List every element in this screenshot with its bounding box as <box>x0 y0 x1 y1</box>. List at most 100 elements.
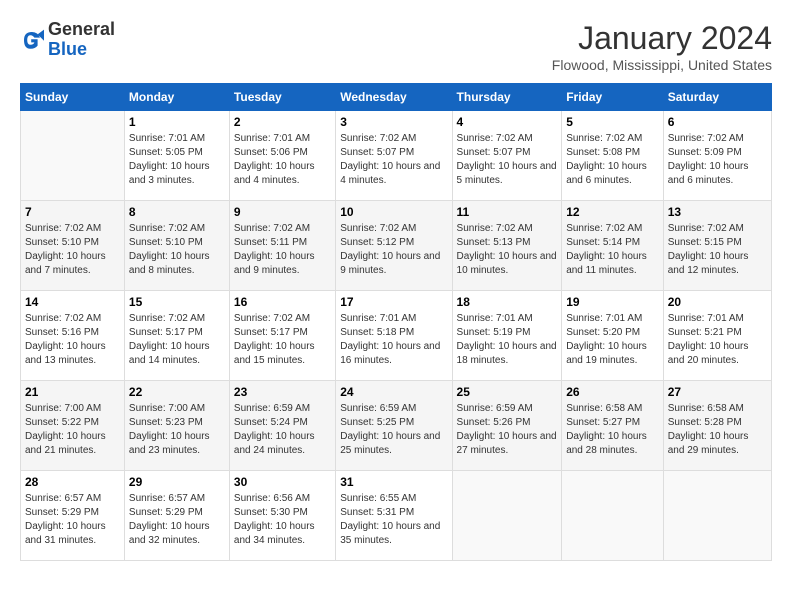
day-info: Sunrise: 6:58 AMSunset: 5:27 PMDaylight:… <box>566 402 659 458</box>
day-info: Sunrise: 7:02 AMSunset: 5:09 PMDaylight:… <box>668 132 767 188</box>
day-info: Sunrise: 6:59 AMSunset: 5:26 PMDaylight:… <box>457 402 558 458</box>
calendar-week-4: 21 Sunrise: 7:00 AMSunset: 5:22 PMDayligh… <box>21 381 772 471</box>
day-number: 23 <box>234 385 331 399</box>
day-number: 21 <box>25 385 120 399</box>
day-info: Sunrise: 7:01 AMSunset: 5:06 PMDaylight:… <box>234 132 331 188</box>
calendar-cell: 11 Sunrise: 7:02 AMSunset: 5:13 PMDayligh… <box>452 201 562 291</box>
day-info: Sunrise: 7:00 AMSunset: 5:22 PMDaylight:… <box>25 402 120 458</box>
day-info: Sunrise: 6:57 AMSunset: 5:29 PMDaylight:… <box>25 492 120 548</box>
calendar-cell: 6 Sunrise: 7:02 AMSunset: 5:09 PMDaylight… <box>663 111 771 201</box>
calendar-week-2: 7Sunrise: 7:02 AMSunset: 5:10 PMDaylight… <box>21 201 772 291</box>
location: Flowood, Mississippi, United States <box>552 57 772 73</box>
calendar-week-1: 1Sunrise: 7:01 AMSunset: 5:05 PMDaylight… <box>21 111 772 201</box>
day-number: 14 <box>25 295 120 309</box>
day-number: 10 <box>340 205 447 219</box>
calendar-cell: 24 Sunrise: 6:59 AMSunset: 5:25 PMDayligh… <box>336 381 452 471</box>
calendar-cell: 15Sunrise: 7:02 AMSunset: 5:17 PMDayligh… <box>124 291 229 381</box>
day-info: Sunrise: 6:57 AMSunset: 5:29 PMDaylight:… <box>129 492 225 548</box>
day-info: Sunrise: 7:02 AMSunset: 5:11 PMDaylight:… <box>234 222 331 278</box>
calendar-header-friday: Friday <box>562 84 664 111</box>
day-number: 13 <box>668 205 767 219</box>
day-info: Sunrise: 6:59 AMSunset: 5:24 PMDaylight:… <box>234 402 331 458</box>
calendar-cell: 27 Sunrise: 6:58 AMSunset: 5:28 PMDayligh… <box>663 381 771 471</box>
day-number: 27 <box>668 385 767 399</box>
calendar-cell: 3 Sunrise: 7:02 AMSunset: 5:07 PMDaylight… <box>336 111 452 201</box>
day-info: Sunrise: 6:56 AMSunset: 5:30 PMDaylight:… <box>234 492 331 548</box>
day-number: 24 <box>340 385 447 399</box>
day-info: Sunrise: 7:02 AMSunset: 5:07 PMDaylight:… <box>457 132 558 188</box>
calendar-cell: 18 Sunrise: 7:01 AMSunset: 5:19 PMDayligh… <box>452 291 562 381</box>
day-number: 12 <box>566 205 659 219</box>
calendar-cell: 9 Sunrise: 7:02 AMSunset: 5:11 PMDaylight… <box>229 201 335 291</box>
calendar-cell: 10 Sunrise: 7:02 AMSunset: 5:12 PMDayligh… <box>336 201 452 291</box>
logo-icon <box>20 28 44 52</box>
day-info: Sunrise: 6:55 AMSunset: 5:31 PMDaylight:… <box>340 492 447 548</box>
day-info: Sunrise: 7:02 AMSunset: 5:08 PMDaylight:… <box>566 132 659 188</box>
calendar-cell: 17 Sunrise: 7:01 AMSunset: 5:18 PMDayligh… <box>336 291 452 381</box>
month-title: January 2024 <box>552 20 772 57</box>
day-number: 3 <box>340 115 447 129</box>
day-number: 11 <box>457 205 558 219</box>
day-info: Sunrise: 7:01 AMSunset: 5:18 PMDaylight:… <box>340 312 447 368</box>
calendar-week-3: 14Sunrise: 7:02 AMSunset: 5:16 PMDayligh… <box>21 291 772 381</box>
day-number: 28 <box>25 475 120 489</box>
title-block: January 2024 Flowood, Mississippi, Unite… <box>552 20 772 73</box>
calendar-cell: 19Sunrise: 7:01 AMSunset: 5:20 PMDayligh… <box>562 291 664 381</box>
day-number: 17 <box>340 295 447 309</box>
day-info: Sunrise: 7:02 AMSunset: 5:14 PMDaylight:… <box>566 222 659 278</box>
day-number: 25 <box>457 385 558 399</box>
logo-blue: Blue <box>48 40 115 60</box>
day-number: 20 <box>668 295 767 309</box>
day-info: Sunrise: 7:02 AMSunset: 5:07 PMDaylight:… <box>340 132 447 188</box>
calendar-cell <box>452 471 562 561</box>
day-info: Sunrise: 7:00 AMSunset: 5:23 PMDaylight:… <box>129 402 225 458</box>
day-info: Sunrise: 7:01 AMSunset: 5:21 PMDaylight:… <box>668 312 767 368</box>
calendar-cell: 25 Sunrise: 6:59 AMSunset: 5:26 PMDayligh… <box>452 381 562 471</box>
day-info: Sunrise: 7:02 AMSunset: 5:17 PMDaylight:… <box>234 312 331 368</box>
day-number: 22 <box>129 385 225 399</box>
calendar-cell: 1Sunrise: 7:01 AMSunset: 5:05 PMDaylight… <box>124 111 229 201</box>
calendar-cell: 12 Sunrise: 7:02 AMSunset: 5:14 PMDayligh… <box>562 201 664 291</box>
calendar-cell: 2Sunrise: 7:01 AMSunset: 5:06 PMDaylight… <box>229 111 335 201</box>
calendar-cell: 14Sunrise: 7:02 AMSunset: 5:16 PMDayligh… <box>21 291 125 381</box>
calendar-table: SundayMondayTuesdayWednesdayThursdayFrid… <box>20 83 772 561</box>
day-info: Sunrise: 7:02 AMSunset: 5:13 PMDaylight:… <box>457 222 558 278</box>
day-info: Sunrise: 7:02 AMSunset: 5:12 PMDaylight:… <box>340 222 447 278</box>
calendar-cell: 29Sunrise: 6:57 AMSunset: 5:29 PMDayligh… <box>124 471 229 561</box>
logo: General Blue <box>20 20 115 60</box>
day-info: Sunrise: 7:01 AMSunset: 5:19 PMDaylight:… <box>457 312 558 368</box>
calendar-week-5: 28 Sunrise: 6:57 AMSunset: 5:29 PMDayligh… <box>21 471 772 561</box>
day-number: 18 <box>457 295 558 309</box>
calendar-cell: 31Sunrise: 6:55 AMSunset: 5:31 PMDayligh… <box>336 471 452 561</box>
day-info: Sunrise: 6:59 AMSunset: 5:25 PMDaylight:… <box>340 402 447 458</box>
calendar-cell: 30 Sunrise: 6:56 AMSunset: 5:30 PMDayligh… <box>229 471 335 561</box>
day-info: Sunrise: 6:58 AMSunset: 5:28 PMDaylight:… <box>668 402 767 458</box>
day-number: 9 <box>234 205 331 219</box>
day-number: 26 <box>566 385 659 399</box>
calendar-cell: 21 Sunrise: 7:00 AMSunset: 5:22 PMDayligh… <box>21 381 125 471</box>
calendar-cell: 4Sunrise: 7:02 AMSunset: 5:07 PMDaylight… <box>452 111 562 201</box>
calendar-cell: 28 Sunrise: 6:57 AMSunset: 5:29 PMDayligh… <box>21 471 125 561</box>
day-number: 16 <box>234 295 331 309</box>
calendar-cell: 8Sunrise: 7:02 AMSunset: 5:10 PMDaylight… <box>124 201 229 291</box>
calendar-header-monday: Monday <box>124 84 229 111</box>
calendar-cell: 5 Sunrise: 7:02 AMSunset: 5:08 PMDaylight… <box>562 111 664 201</box>
calendar-header-row: SundayMondayTuesdayWednesdayThursdayFrid… <box>21 84 772 111</box>
day-number: 5 <box>566 115 659 129</box>
day-info: Sunrise: 7:02 AMSunset: 5:10 PMDaylight:… <box>25 222 120 278</box>
calendar-cell: 22 Sunrise: 7:00 AMSunset: 5:23 PMDayligh… <box>124 381 229 471</box>
calendar-header-thursday: Thursday <box>452 84 562 111</box>
day-number: 19 <box>566 295 659 309</box>
calendar-cell <box>663 471 771 561</box>
calendar-cell: 20 Sunrise: 7:01 AMSunset: 5:21 PMDayligh… <box>663 291 771 381</box>
calendar-cell: 26 Sunrise: 6:58 AMSunset: 5:27 PMDayligh… <box>562 381 664 471</box>
day-info: Sunrise: 7:02 AMSunset: 5:10 PMDaylight:… <box>129 222 225 278</box>
calendar-header-sunday: Sunday <box>21 84 125 111</box>
calendar-header-tuesday: Tuesday <box>229 84 335 111</box>
page-header: General Blue January 2024 Flowood, Missi… <box>20 20 772 73</box>
calendar-cell: 7Sunrise: 7:02 AMSunset: 5:10 PMDaylight… <box>21 201 125 291</box>
day-number: 30 <box>234 475 331 489</box>
day-number: 1 <box>129 115 225 129</box>
day-info: Sunrise: 7:02 AMSunset: 5:15 PMDaylight:… <box>668 222 767 278</box>
day-number: 6 <box>668 115 767 129</box>
